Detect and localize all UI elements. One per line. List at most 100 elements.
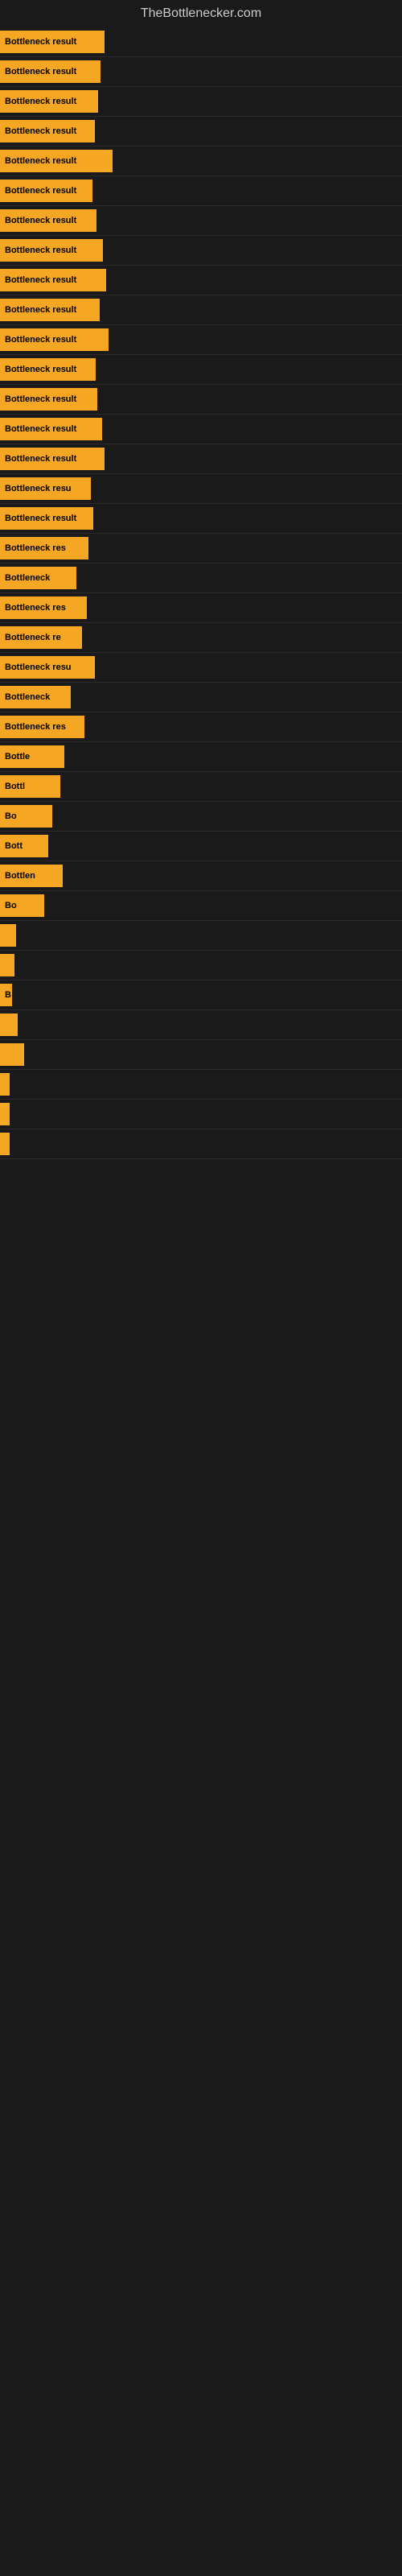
bottleneck-bar[interactable]: Bottleneck result xyxy=(0,299,100,321)
list-item xyxy=(0,1070,402,1100)
list-item xyxy=(0,921,402,951)
bottleneck-label: Bottleneck result xyxy=(5,514,76,523)
bottleneck-bar[interactable]: Bottle xyxy=(0,745,64,768)
bottleneck-label: Bottleneck result xyxy=(5,37,76,47)
bottleneck-bar[interactable]: Bottleneck result xyxy=(0,60,100,83)
bottleneck-bar[interactable]: Bottleneck result xyxy=(0,239,103,262)
bottleneck-bar[interactable]: Bottleneck result xyxy=(0,150,113,172)
bottleneck-bar[interactable]: Bottlen xyxy=(0,865,63,887)
bottleneck-bar[interactable]: Bottleneck resu xyxy=(0,477,91,500)
bottleneck-bar[interactable]: Bottleneck result xyxy=(0,120,95,142)
bottleneck-bar[interactable]: Bottl xyxy=(0,775,60,798)
bottleneck-bar[interactable]: Bottleneck res xyxy=(0,597,87,619)
bottleneck-label: Bottleneck result xyxy=(5,335,76,345)
items-container: Bottleneck result Bottleneck result Bottle… xyxy=(0,27,402,1159)
list-item: Bottleneck resu xyxy=(0,474,402,504)
list-item: Bottleneck result xyxy=(0,415,402,444)
bottleneck-bar[interactable]: Bottleneck result xyxy=(0,448,105,470)
bottleneck-label: Bottleneck re xyxy=(5,633,61,642)
list-item xyxy=(0,1100,402,1129)
list-item: Bottleneck result xyxy=(0,87,402,117)
list-item: Bottleneck result xyxy=(0,325,402,355)
bottleneck-bar[interactable]: Bottleneck xyxy=(0,567,76,589)
bottleneck-bar[interactable]: Bottleneck result xyxy=(0,90,98,113)
list-item: Bottleneck result xyxy=(0,147,402,176)
list-item: Bottleneck result xyxy=(0,236,402,266)
bottleneck-bar[interactable] xyxy=(0,924,16,947)
bottleneck-label: Bottleneck res xyxy=(5,543,66,553)
list-item: Bottl xyxy=(0,772,402,802)
bottleneck-bar[interactable]: Bottleneck result xyxy=(0,358,96,381)
bottleneck-label: Bottle xyxy=(5,752,30,762)
list-item: Bottleneck xyxy=(0,564,402,593)
bottleneck-bar[interactable]: Bo xyxy=(0,894,44,917)
list-item: Bottleneck xyxy=(0,683,402,712)
bottleneck-bar[interactable] xyxy=(0,1073,10,1096)
bottleneck-bar[interactable]: Bottleneck result xyxy=(0,418,102,440)
bottleneck-label: Bottleneck result xyxy=(5,126,76,136)
list-item: Bottleneck result xyxy=(0,176,402,206)
list-item: Bo xyxy=(0,891,402,921)
bottleneck-bar[interactable]: Bottleneck res xyxy=(0,716,84,738)
bottleneck-bar[interactable]: Bottleneck result xyxy=(0,269,106,291)
list-item: Bottleneck resu xyxy=(0,653,402,683)
bottleneck-label: Bottleneck result xyxy=(5,394,76,404)
bottleneck-bar[interactable]: Bott xyxy=(0,835,48,857)
bottleneck-bar[interactable] xyxy=(0,954,14,976)
bottleneck-label: Bottleneck xyxy=(5,692,50,702)
bottleneck-label: Bottleneck result xyxy=(5,246,76,255)
list-item: Bottleneck result xyxy=(0,444,402,474)
list-item: Bottleneck res xyxy=(0,712,402,742)
bottleneck-bar[interactable]: B xyxy=(0,984,12,1006)
list-item: Bottleneck result xyxy=(0,295,402,325)
bottleneck-label: Bottleneck result xyxy=(5,156,76,166)
list-item: Bottleneck result xyxy=(0,117,402,147)
list-item xyxy=(0,951,402,980)
list-item: Bottleneck result xyxy=(0,504,402,534)
bottleneck-bar[interactable]: Bottleneck result xyxy=(0,328,109,351)
list-item: Bottleneck result xyxy=(0,27,402,57)
bottleneck-label: B xyxy=(5,990,11,1000)
bottleneck-label: Bottleneck result xyxy=(5,275,76,285)
bottleneck-label: Bott xyxy=(5,841,23,851)
list-item: Bottleneck result xyxy=(0,355,402,385)
bottleneck-label: Bottleneck result xyxy=(5,365,76,374)
bottleneck-label: Bottleneck result xyxy=(5,186,76,196)
bottleneck-bar[interactable]: Bottleneck result xyxy=(0,507,93,530)
bottleneck-bar[interactable]: Bottleneck result xyxy=(0,209,96,232)
bottleneck-label: Bottleneck result xyxy=(5,216,76,225)
bottleneck-bar[interactable]: Bo xyxy=(0,805,52,828)
bottleneck-bar[interactable]: Bottleneck re xyxy=(0,626,82,649)
bottleneck-label: Bottleneck result xyxy=(5,305,76,315)
list-item: Bottleneck res xyxy=(0,593,402,623)
bottleneck-bar[interactable]: Bottleneck result xyxy=(0,388,97,411)
bottleneck-label: Bottleneck xyxy=(5,573,50,583)
list-item: Bottlen xyxy=(0,861,402,891)
bottleneck-bar[interactable]: Bottleneck result xyxy=(0,31,105,53)
bottleneck-bar[interactable] xyxy=(0,1043,24,1066)
bottleneck-bar[interactable]: Bottleneck xyxy=(0,686,71,708)
list-item: Bott xyxy=(0,832,402,861)
list-item: Bottleneck result xyxy=(0,385,402,415)
bottleneck-label: Bottl xyxy=(5,782,25,791)
bottleneck-label: Bottleneck res xyxy=(5,722,66,732)
bottleneck-bar[interactable] xyxy=(0,1013,18,1036)
bottleneck-label: Bottleneck res xyxy=(5,603,66,613)
bottleneck-bar[interactable]: Bottleneck resu xyxy=(0,656,95,679)
list-item: Bottleneck result xyxy=(0,266,402,295)
bottleneck-label: Bottleneck result xyxy=(5,424,76,434)
bottleneck-label: Bottleneck result xyxy=(5,67,76,76)
bottleneck-label: Bottlen xyxy=(5,871,35,881)
list-item: B xyxy=(0,980,402,1010)
bottleneck-label: Bottleneck result xyxy=(5,97,76,106)
bottleneck-bar[interactable]: Bottleneck result xyxy=(0,180,92,202)
bottleneck-label: Bottleneck resu xyxy=(5,484,72,493)
list-item xyxy=(0,1040,402,1070)
bottleneck-bar[interactable] xyxy=(0,1133,10,1155)
bottleneck-label: Bottleneck result xyxy=(5,454,76,464)
bottleneck-bar[interactable] xyxy=(0,1103,10,1125)
bottleneck-bar[interactable]: Bottleneck res xyxy=(0,537,88,559)
list-item: Bo xyxy=(0,802,402,832)
list-item: Bottle xyxy=(0,742,402,772)
bottleneck-label: Bottleneck resu xyxy=(5,663,72,672)
